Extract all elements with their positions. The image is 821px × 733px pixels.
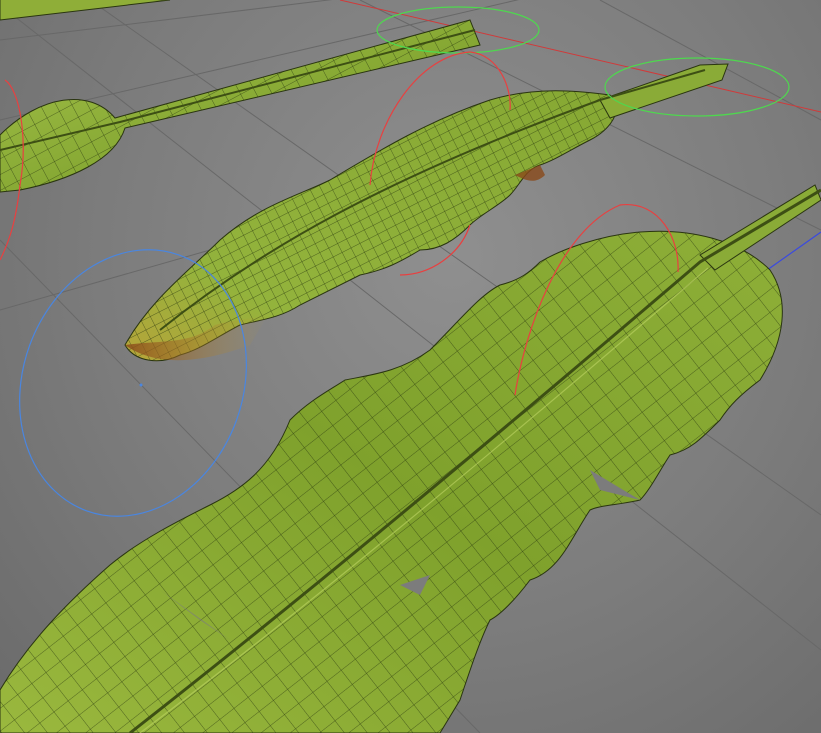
gizmo-pivot-point[interactable] [139,383,143,387]
banana-leaf-front[interactable] [0,184,821,733]
3d-viewport[interactable] [0,0,821,733]
scene-canvas[interactable] [0,0,821,733]
